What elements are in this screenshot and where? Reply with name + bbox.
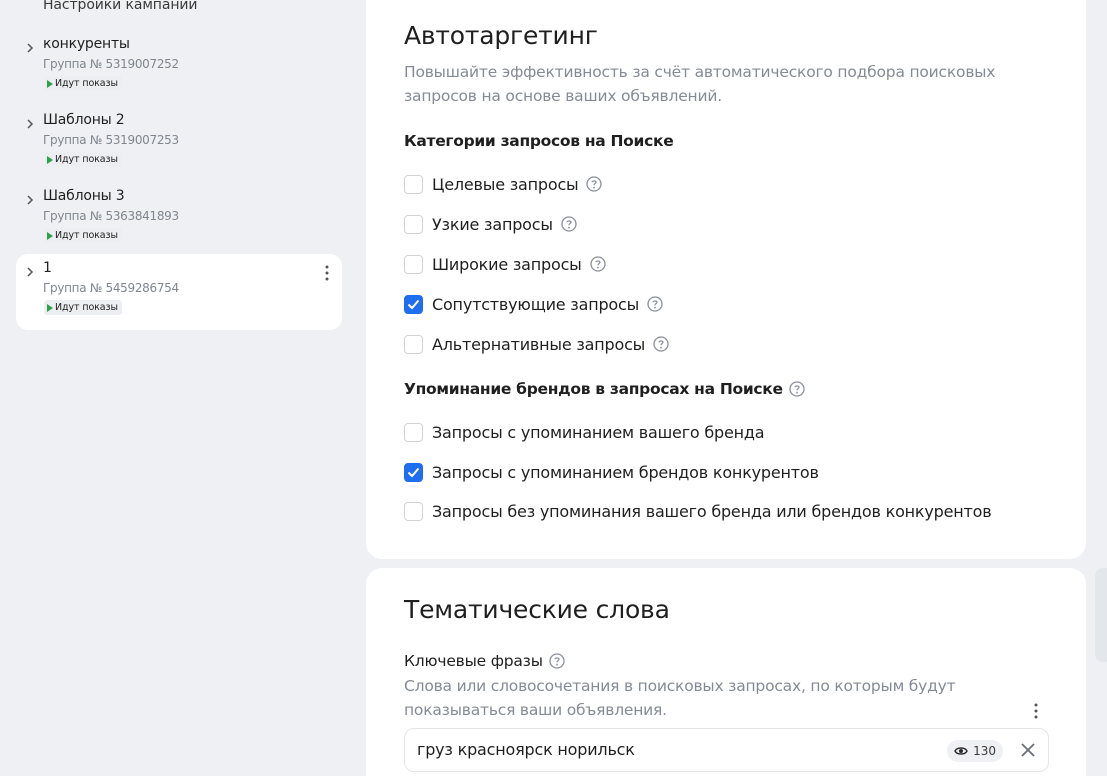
checkbox-checked[interactable]	[404, 294, 423, 314]
checkbox-label[interactable]: Запросы с упоминанием брендов конкуренто…	[432, 463, 819, 482]
checkbox-row-target[interactable]: Целевые запросы	[404, 173, 603, 195]
chevron-right-icon[interactable]	[25, 265, 35, 279]
checkbox[interactable]	[404, 334, 423, 354]
sidebar-group-konkurenty[interactable]: конкуренты Группа № 5319007252 Идут пока…	[16, 30, 342, 106]
keywords-label: Ключевые фразы	[404, 652, 565, 670]
play-icon	[47, 79, 53, 88]
group-name: Шаблоны 3	[43, 188, 125, 204]
checkbox-checked[interactable]	[404, 462, 423, 482]
keyword-phrase-value[interactable]: груз красноярск норильск	[417, 740, 635, 759]
checkbox[interactable]	[404, 174, 423, 194]
status-text: Идут показы	[55, 302, 118, 313]
impressions-count: 130	[973, 744, 996, 758]
categories-heading: Категории запросов на Поиске	[404, 132, 674, 150]
status-text: Идут показы	[55, 78, 118, 89]
checkbox-row-related[interactable]: Сопутствующие запросы	[404, 293, 663, 315]
group-name: 1	[43, 260, 52, 276]
help-icon[interactable]	[653, 336, 669, 352]
autotargeting-card: Автотаргетинг Повышайте эффективность за…	[366, 0, 1086, 559]
checkbox-row-narrow[interactable]: Узкие запросы	[404, 213, 577, 235]
categories-heading-text: Категории запросов на Поиске	[404, 132, 674, 150]
help-icon[interactable]	[789, 381, 805, 397]
autotargeting-title: Автотаргетинг	[404, 21, 598, 50]
chevron-right-icon[interactable]	[25, 117, 35, 131]
sidebar-group-shablony-2[interactable]: Шаблоны 2 Группа № 5319007253 Идут показ…	[16, 106, 342, 182]
chevron-right-icon[interactable]	[25, 193, 35, 207]
check-icon	[407, 299, 420, 309]
keyword-phrase-field[interactable]: груз красноярск норильск 130	[404, 728, 1049, 772]
keywords-card: Тематические слова Ключевые фразы Слова …	[366, 568, 1086, 776]
eye-icon	[954, 747, 968, 755]
impressions-badge: 130	[947, 740, 1003, 762]
checkbox-label[interactable]: Альтернативные запросы	[432, 335, 645, 354]
brands-heading: Упоминание брендов в запросах на Поиске	[404, 380, 805, 398]
group-name: конкуренты	[43, 36, 130, 52]
group-number: Группа № 5459286754	[43, 281, 179, 295]
checkbox[interactable]	[404, 214, 423, 234]
help-icon[interactable]	[586, 176, 603, 192]
checkbox-row-broad[interactable]: Широкие запросы	[404, 253, 606, 275]
brands-heading-text: Упоминание брендов в запросах на Поиске	[404, 380, 783, 398]
checkbox-label[interactable]: Запросы с упоминанием вашего бренда	[432, 423, 765, 442]
status-badge: Идут показы	[44, 300, 122, 315]
checkbox[interactable]	[404, 422, 423, 442]
checkbox-label[interactable]: Широкие запросы	[432, 255, 582, 274]
play-icon	[47, 303, 53, 312]
play-icon	[47, 155, 53, 164]
checkbox-row-no-brands[interactable]: Запросы без упоминания вашего бренда или…	[404, 500, 992, 522]
play-icon	[47, 231, 53, 240]
checkbox-label[interactable]: Узкие запросы	[432, 215, 553, 234]
help-icon[interactable]	[561, 216, 577, 232]
status-text: Идут показы	[55, 230, 118, 241]
checkbox[interactable]	[404, 501, 423, 521]
sidebar: Настройки кампании конкуренты Группа № 5…	[0, 0, 350, 776]
status-badge: Идут показы	[44, 152, 122, 167]
status-badge: Идут показы	[44, 76, 122, 91]
help-icon[interactable]	[647, 296, 663, 312]
checkbox-row-own-brand[interactable]: Запросы с упоминанием вашего бренда	[404, 421, 765, 443]
more-vertical-icon[interactable]	[324, 264, 330, 282]
close-icon[interactable]	[1020, 742, 1036, 758]
checkbox-label[interactable]: Запросы без упоминания вашего бренда или…	[432, 502, 992, 521]
page: Настройки кампании конкуренты Группа № 5…	[0, 0, 1107, 776]
autotargeting-description: Повышайте эффективность за счёт автомати…	[404, 63, 996, 105]
group-name: Шаблоны 2	[43, 112, 125, 128]
checkbox-label[interactable]: Сопутствующие запросы	[432, 295, 639, 314]
status-text: Идут показы	[55, 154, 118, 165]
checkbox[interactable]	[404, 254, 423, 274]
keywords-label-text: Ключевые фразы	[404, 652, 543, 670]
checkbox-label[interactable]: Целевые запросы	[432, 175, 579, 194]
help-icon[interactable]	[549, 653, 565, 669]
group-number: Группа № 5319007253	[43, 133, 179, 147]
sidebar-group-1[interactable]: 1 Группа № 5459286754 Идут показы	[16, 254, 342, 330]
keywords-title: Тематические слова	[404, 595, 670, 624]
keywords-description: Слова или словосочетания в поисковых зап…	[404, 677, 956, 719]
help-icon[interactable]	[589, 256, 606, 272]
chevron-right-icon[interactable]	[25, 41, 35, 55]
sidebar-header[interactable]: Настройки кампании	[43, 0, 198, 13]
checkbox-row-competitor-brands[interactable]: Запросы с упоминанием брендов конкуренто…	[404, 461, 819, 483]
group-number: Группа № 5363841893	[43, 209, 179, 223]
group-number: Группа № 5319007252	[43, 57, 179, 71]
scrollbar[interactable]	[1095, 568, 1107, 662]
check-icon	[407, 467, 420, 477]
status-badge: Идут показы	[44, 228, 122, 243]
more-vertical-icon[interactable]	[1033, 702, 1039, 720]
checkbox-row-alternative[interactable]: Альтернативные запросы	[404, 333, 669, 355]
sidebar-group-shablony-3[interactable]: Шаблоны 3 Группа № 5363841893 Идут показ…	[16, 182, 342, 258]
